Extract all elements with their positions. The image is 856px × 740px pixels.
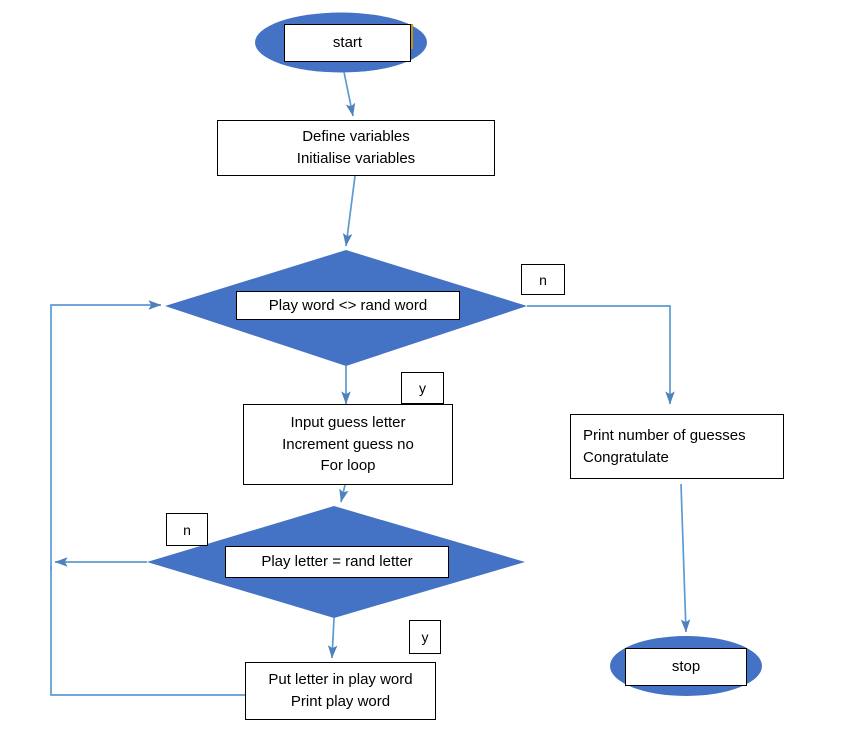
input-guess-line-1: Input guess letter — [290, 413, 406, 431]
define-variables-line-2: Initialise variables — [296, 150, 416, 167]
print-guesses-line-2: Congratulate — [583, 448, 669, 466]
decision-word-textbox: Play word <> rand word — [236, 291, 460, 320]
put-letter-line-1: Put letter in play word — [268, 671, 413, 689]
stop-label: stop — [671, 658, 701, 676]
text-caret-artifact — [411, 24, 413, 49]
branch-label-word-no-text: n — [539, 271, 547, 288]
print-guesses-line-1: Print number of guesses — [583, 426, 746, 444]
start-textbox: start — [284, 24, 411, 62]
edge-start-to-define — [343, 71, 356, 117]
edge-print-to-stop — [680, 483, 691, 633]
branch-label-letter-no: n — [166, 513, 208, 546]
start-label: start — [332, 34, 363, 52]
edge-decision-word-no — [527, 305, 675, 405]
edge-loopback-rail-to-decision-word — [50, 300, 162, 570]
edge-input-to-decision-letter — [339, 484, 349, 503]
stop-textbox: stop — [625, 648, 747, 686]
decision-word-label: Play word <> rand word — [268, 296, 428, 314]
branch-label-letter-no-text: n — [183, 521, 191, 538]
branch-label-letter-yes: y — [409, 620, 441, 654]
define-variables-textbox: Define variables Initialise variables — [217, 120, 495, 176]
define-variables-line-1: Define variables — [302, 128, 410, 146]
put-letter-textbox: Put letter in play word Print play word — [245, 662, 436, 720]
input-guess-line-2: Increment guess no — [282, 435, 414, 453]
put-letter-line-2: Print play word — [290, 693, 391, 710]
decision-letter-textbox: Play letter = rand letter — [225, 546, 449, 578]
branch-label-word-no: n — [521, 264, 565, 295]
edge-decision-letter-yes — [327, 617, 338, 659]
flowchart-canvas: right, then down to print number of gues… — [0, 0, 856, 740]
input-guess-line-3: For loop — [320, 457, 376, 475]
branch-label-word-yes: y — [401, 372, 444, 404]
branch-label-letter-yes-text: y — [421, 629, 429, 645]
input-guess-textbox: Input guess letter Increment guess no Fo… — [243, 404, 453, 485]
edge-define-to-decision-word — [342, 175, 356, 247]
branch-label-word-yes-text: y — [419, 380, 426, 396]
edge-put-letter-loopback — [50, 566, 245, 696]
print-guesses-textbox: Print number of guesses Congratulate — [570, 414, 784, 479]
decision-letter-label: Play letter = rand letter — [261, 553, 413, 571]
